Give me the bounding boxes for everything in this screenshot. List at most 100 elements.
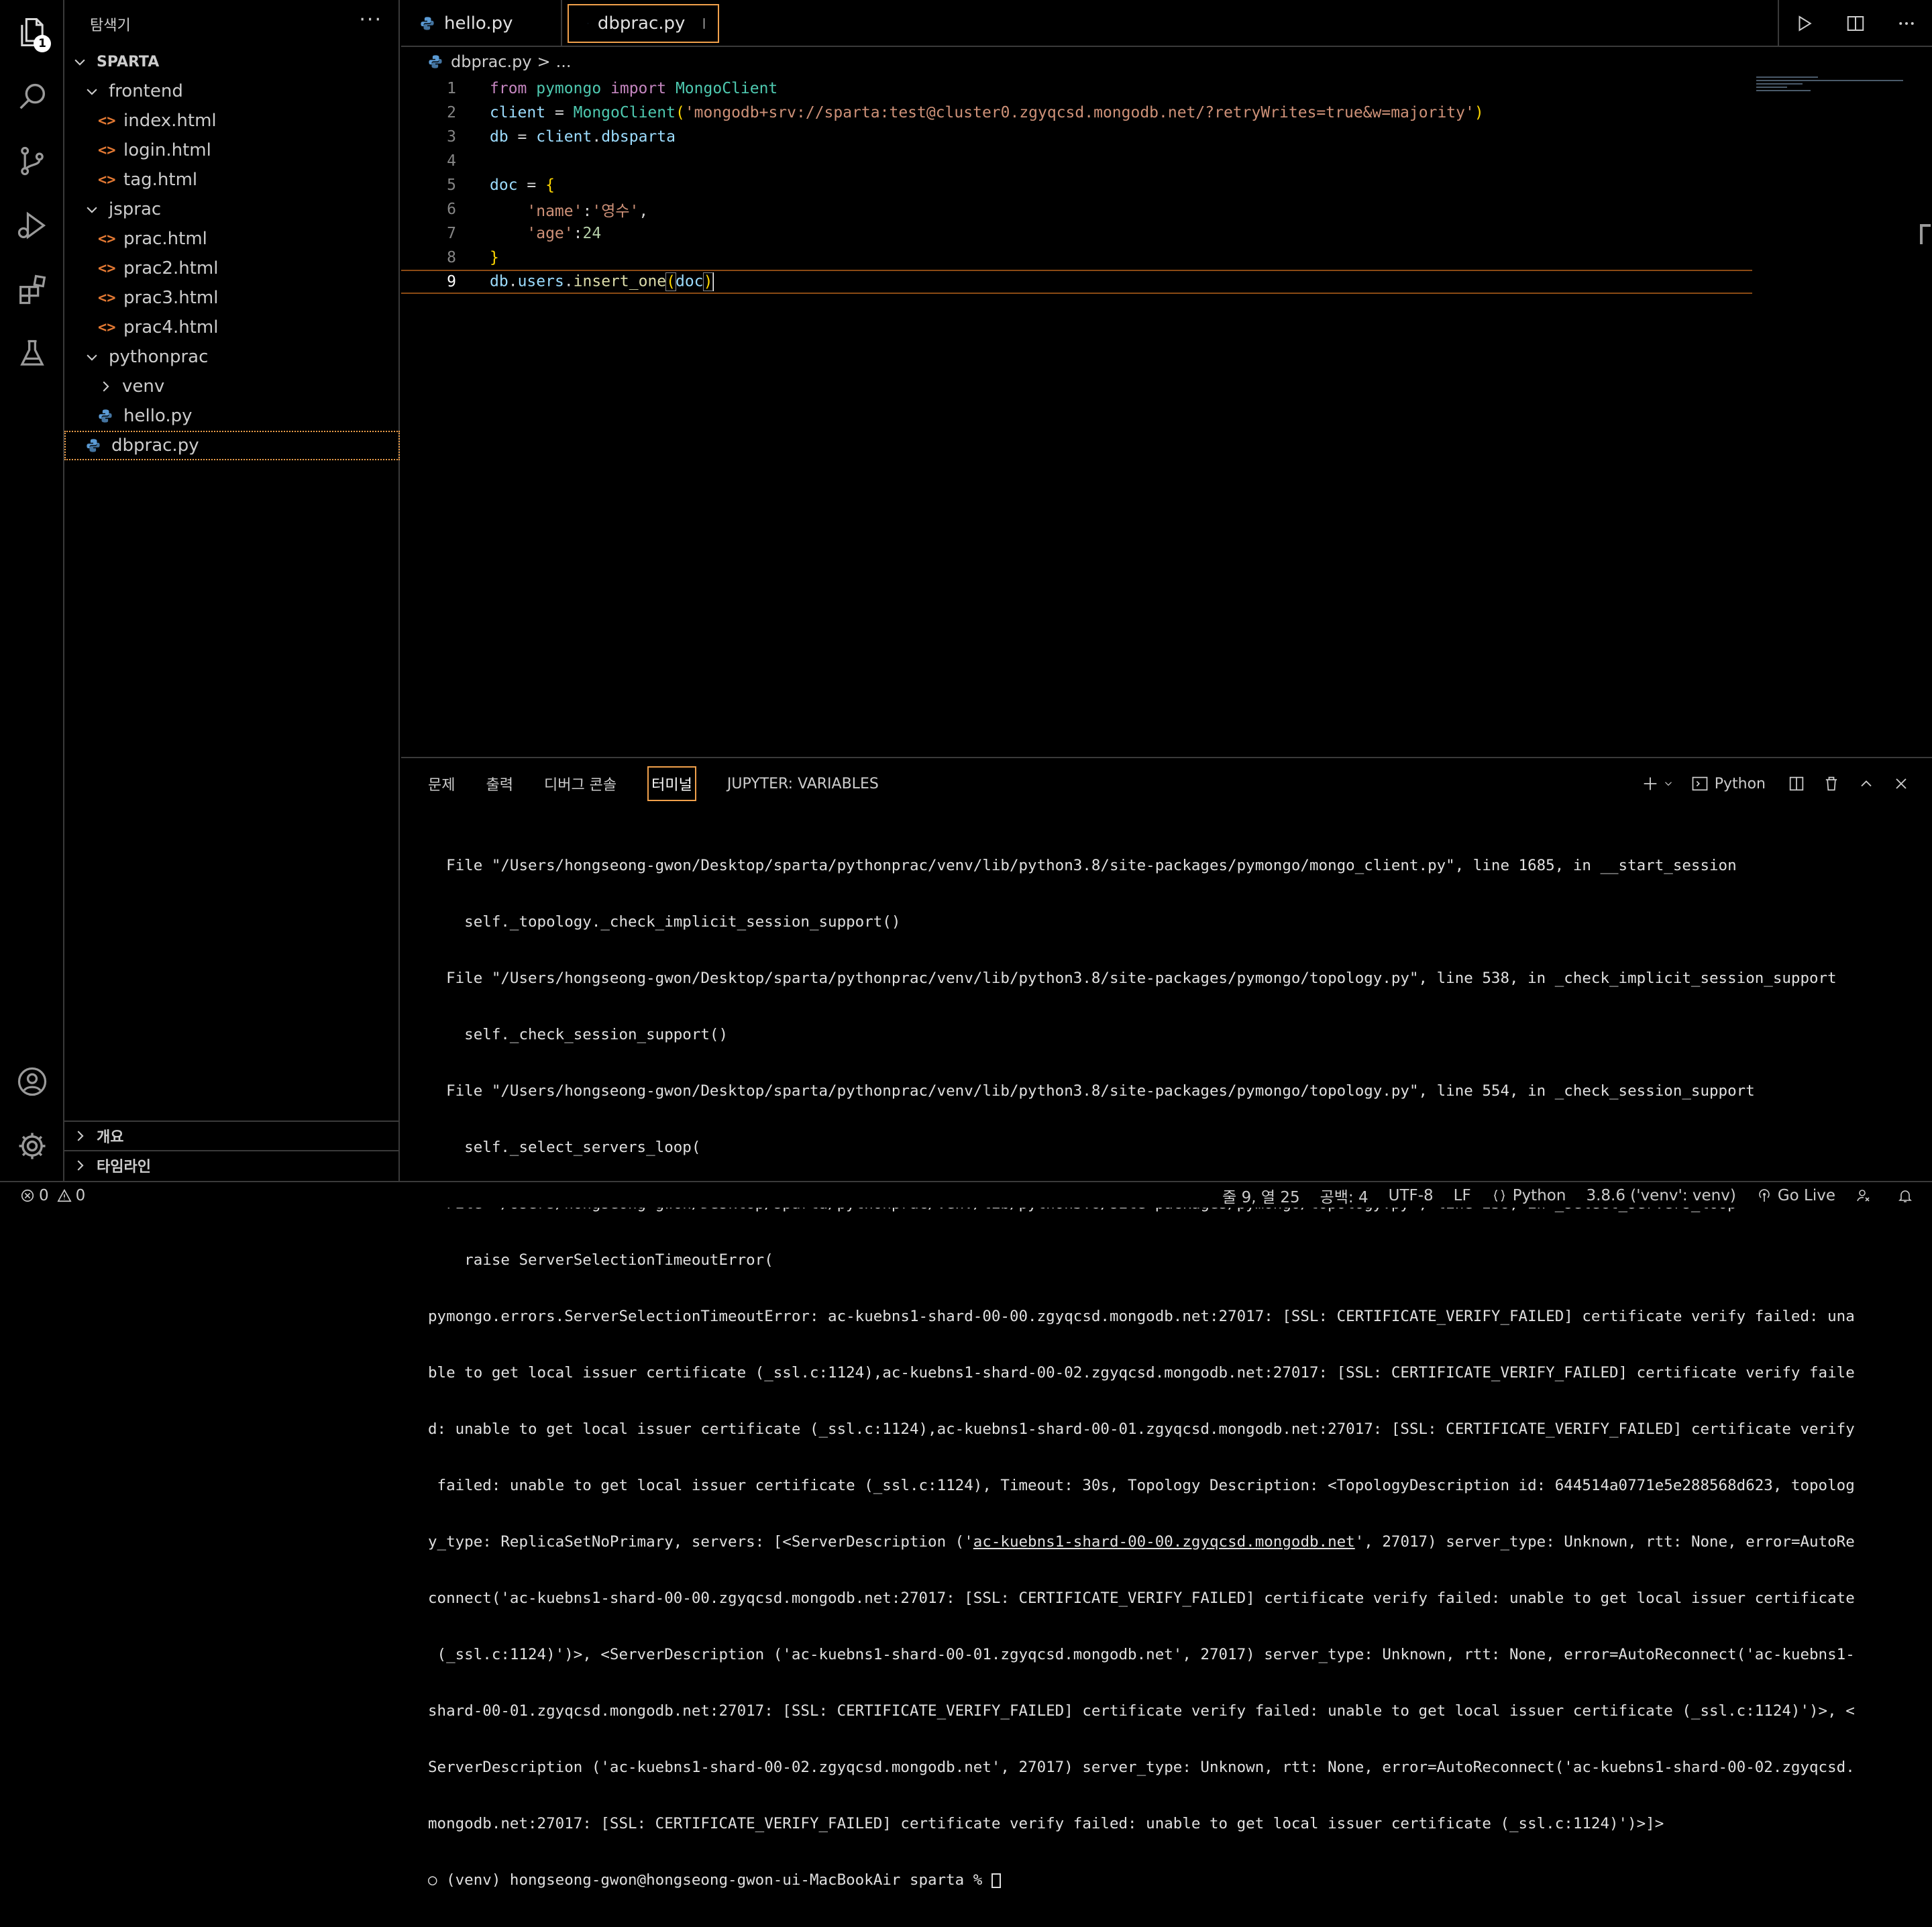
folder-venv[interactable]: venv: [64, 372, 400, 401]
tab-dbprac-py[interactable]: dbprac.py: [568, 4, 719, 43]
terminal-line: File "/Users/hongseong-gwon/Desktop/spar…: [428, 970, 1837, 987]
terminal-line: shard-00-01.zgyqcsd.mongodb.net:27017: […: [428, 1702, 1855, 1720]
code-line: 3 db = client.dbsparta: [401, 125, 1752, 149]
python-interpreter[interactable]: 3.8.6 ('venv': venv): [1586, 1187, 1735, 1204]
tab-problems[interactable]: 문제: [428, 768, 455, 800]
new-terminal-plus-icon[interactable]: [1641, 774, 1660, 793]
chevron-down-icon[interactable]: [1662, 774, 1674, 793]
line-number: 3: [447, 128, 456, 146]
breadcrumb-file[interactable]: dbprac.py: [451, 52, 532, 71]
maximize-chevron-up-icon[interactable]: [1857, 774, 1876, 793]
tab-jupyter-variables[interactable]: JUPYTER: VARIABLES: [727, 770, 879, 798]
terminal-link[interactable]: ac-kuebns1-shard-00-00.zgyqcsd.mongodb.n…: [973, 1533, 1355, 1551]
editor-actions: [1778, 0, 1932, 47]
explorer-sidebar: 탐색기 ··· SPARTA frontend <> index.html <>…: [64, 0, 400, 1181]
notifications-bell-icon[interactable]: [1897, 1188, 1919, 1204]
split-terminal-icon[interactable]: [1787, 774, 1806, 793]
cursor-position[interactable]: 줄 9, 열 25: [1222, 1184, 1299, 1207]
testing-flask-icon[interactable]: [0, 322, 64, 386]
html-file-icon: <>: [98, 171, 116, 189]
file-index-html[interactable]: <> index.html: [64, 106, 400, 136]
tab-output[interactable]: 출력: [486, 768, 513, 800]
tab-debug-console[interactable]: 디버그 콘솔: [544, 768, 616, 800]
terminal-line: File "/Users/hongseong-gwon/Desktop/spar…: [428, 857, 1737, 874]
extensions-icon[interactable]: [0, 258, 64, 322]
run-python-file-icon[interactable]: [1794, 13, 1815, 34]
file-login-html[interactable]: <> login.html: [64, 136, 400, 165]
run-debug-icon[interactable]: [0, 193, 64, 258]
language-mode[interactable]: Python: [1491, 1187, 1566, 1204]
explorer-files-icon[interactable]: 1: [0, 0, 64, 64]
html-file-icon: <>: [98, 142, 116, 159]
panel-tabs: 문제 출력 디버그 콘솔 터미널 JUPYTER: VARIABLES: [428, 764, 910, 804]
code-line: 2 client = MongoClient('mongodb+srv://sp…: [401, 101, 1752, 125]
timeline-section[interactable]: 타임라인: [64, 1150, 400, 1180]
workspace-root-sparta[interactable]: SPARTA: [64, 47, 400, 76]
error-count: 0: [39, 1187, 49, 1204]
file-label: hello.py: [123, 406, 193, 426]
file-tag-html[interactable]: <> tag.html: [64, 165, 400, 195]
file-dbprac-py[interactable]: dbprac.py: [64, 431, 400, 460]
folder-pythonprac[interactable]: pythonprac: [64, 342, 400, 372]
html-file-icon: <>: [98, 230, 116, 248]
error-icon: [21, 1189, 34, 1202]
line-number: 7: [447, 225, 456, 242]
chevron-down-icon: [74, 59, 85, 66]
terminal-line: (_ssl.c:1124)')>, <ServerDescription ('a…: [428, 1646, 1855, 1663]
terminal-line: d: unable to get local issuer certificat…: [428, 1420, 1855, 1438]
terminal-shell-name[interactable]: Python: [1715, 776, 1766, 792]
terminal-line: connect('ac-kuebns1-shard-00-00.zgyqcsd.…: [428, 1590, 1855, 1607]
line-number: 8: [447, 249, 456, 266]
split-editor-icon[interactable]: [1845, 13, 1866, 34]
search-icon[interactable]: [0, 64, 64, 129]
file-label: tag.html: [123, 170, 198, 190]
file-prac3-html[interactable]: <> prac3.html: [64, 283, 400, 313]
close-icon[interactable]: [1892, 774, 1911, 793]
end-of-line[interactable]: LF: [1454, 1187, 1471, 1204]
breadcrumb-symbols[interactable]: ...: [556, 52, 572, 71]
terminal-prompt[interactable]: ○ (venv) hongseong-gwon@hongseong-gwon-u…: [428, 1871, 1928, 1889]
braces-icon: [1493, 1190, 1505, 1202]
html-file-icon: <>: [98, 289, 116, 307]
encoding[interactable]: UTF-8: [1389, 1187, 1434, 1204]
tab-hello-py[interactable]: hello.py: [401, 0, 562, 47]
terminal-line: self._topology._check_implicit_session_s…: [428, 913, 901, 931]
html-file-icon: <>: [98, 260, 116, 277]
account-icon[interactable]: [0, 1049, 64, 1114]
minimap[interactable]: [1756, 76, 1911, 103]
terminal-output[interactable]: File "/Users/hongseong-gwon/Desktop/spar…: [428, 819, 1928, 1927]
go-live-button[interactable]: Go Live: [1756, 1187, 1835, 1204]
folder-frontend[interactable]: frontend: [64, 76, 400, 106]
terminal-line: self._select_servers_loop(: [428, 1139, 701, 1156]
code-editor[interactable]: 1 from pymongo import MongoClient 2 clie…: [401, 75, 1932, 757]
code-line-current: 9 db.users.insert_one(doc): [401, 270, 1752, 294]
outline-section[interactable]: 개요: [64, 1121, 400, 1150]
file-prac-html[interactable]: <> prac.html: [64, 224, 400, 254]
feedback-icon[interactable]: [1856, 1188, 1877, 1204]
status-bar: 0 0 줄 9, 열 25 공백: 4 UTF-8 LF Python 3.8.…: [0, 1181, 1932, 1208]
folder-label: jsprac: [109, 199, 162, 219]
folder-label: venv: [122, 376, 165, 397]
explorer-title: 탐색기: [90, 17, 131, 34]
file-hello-py[interactable]: hello.py: [64, 401, 400, 431]
activity-bar: 1: [0, 0, 64, 1181]
more-actions-icon[interactable]: [1896, 13, 1917, 34]
trash-icon[interactable]: [1822, 774, 1841, 793]
folder-jsprac[interactable]: jsprac: [64, 195, 400, 224]
source-control-icon[interactable]: [0, 129, 64, 193]
editor-tab-bar: hello.py dbprac.py: [401, 0, 1932, 47]
file-label: prac4.html: [123, 317, 219, 337]
file-prac4-html[interactable]: <> prac4.html: [64, 313, 400, 342]
code-line: 6 'name':'영수',: [401, 197, 1752, 221]
indentation[interactable]: 공백: 4: [1320, 1184, 1368, 1207]
settings-gear-icon[interactable]: [0, 1114, 64, 1178]
file-prac2-html[interactable]: <> prac2.html: [64, 254, 400, 283]
python-file-icon: [99, 409, 112, 423]
more-actions-button[interactable]: ···: [359, 8, 382, 32]
broadcast-icon: [1759, 1189, 1770, 1202]
tab-terminal[interactable]: 터미널: [647, 766, 696, 801]
terminal-line: self._check_session_support(): [428, 1026, 729, 1043]
terminal-line: pymongo.errors.ServerSelectionTimeoutErr…: [428, 1308, 1855, 1325]
code-line: 4: [401, 149, 1752, 173]
status-problems[interactable]: 0 0: [20, 1182, 85, 1209]
